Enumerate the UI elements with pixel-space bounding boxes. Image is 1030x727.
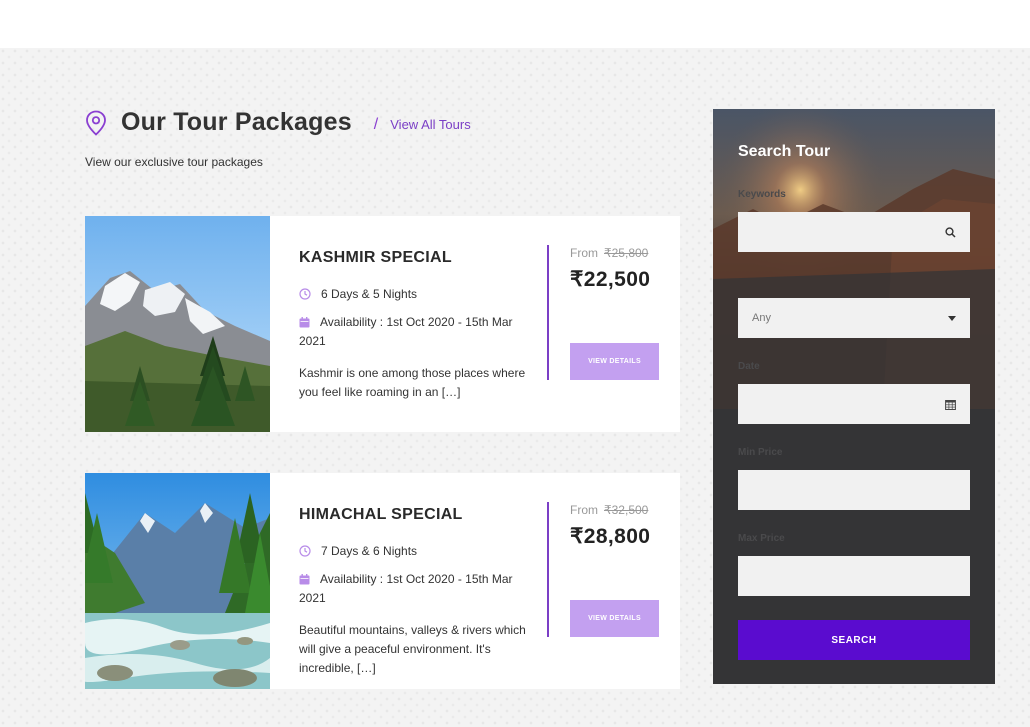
availability-text: Availability : 1st Oct 2020 - 15th Mar 2… — [299, 572, 513, 605]
search-tour-panel: Search Tour Keywords Any Date Min Price … — [713, 109, 995, 684]
max-price-input[interactable] — [738, 556, 970, 596]
top-header-band — [0, 0, 1030, 48]
search-button[interactable]: SEARCH — [738, 620, 970, 660]
tour-description: Kashmir is one among those places where … — [299, 366, 526, 399]
tour-title: HIMACHAL SPECIAL — [299, 506, 463, 523]
tour-title: KASHMIR SPECIAL — [299, 249, 452, 266]
calendar-grid-icon[interactable] — [945, 399, 956, 410]
keywords-input[interactable] — [738, 212, 970, 252]
calendar-icon — [299, 574, 310, 585]
section-heading: Our Tour Packages / View All Tours — [85, 108, 471, 137]
min-price-label: Min Price — [738, 447, 783, 458]
search-icon[interactable] — [945, 226, 956, 238]
availability-text: Availability : 1st Oct 2020 - 15th Mar 2… — [299, 315, 513, 348]
price-divider — [547, 245, 549, 380]
tour-card-himachal: HIMACHAL SPECIAL 7 Days & 6 Nights Avail… — [85, 473, 680, 689]
keywords-label: Keywords — [738, 189, 786, 200]
view-details-button[interactable]: VIEW DETAILS — [570, 600, 659, 637]
view-details-button[interactable]: VIEW DETAILS — [570, 343, 659, 380]
tour-description: Beautiful mountains, valleys & rivers wh… — [299, 623, 526, 675]
clock-icon — [299, 545, 311, 557]
tour-duration: 6 Days & 5 Nights — [299, 287, 417, 301]
current-price: ₹28,800 — [570, 525, 651, 548]
max-price-label: Max Price — [738, 533, 785, 544]
category-select[interactable]: Any — [738, 298, 970, 338]
date-label: Date — [738, 361, 760, 372]
from-label: From — [570, 246, 598, 260]
page-subtitle: View our exclusive tour packages — [85, 155, 263, 169]
clock-icon — [299, 288, 311, 300]
from-label: From — [570, 503, 598, 517]
title-separator: / — [373, 115, 379, 133]
tour-duration: 7 Days & 6 Nights — [299, 544, 417, 558]
tour-availability: Availability : 1st Oct 2020 - 15th Mar 2… — [299, 570, 539, 608]
current-price: ₹22,500 — [570, 268, 651, 291]
tour-image-kashmir[interactable] — [85, 216, 270, 432]
price-from: From ₹32,500 — [570, 503, 648, 517]
min-price-input[interactable] — [738, 470, 970, 510]
category-selected-value: Any — [752, 312, 771, 324]
duration-text: 7 Days & 6 Nights — [321, 544, 418, 558]
price-divider — [547, 502, 549, 637]
date-input[interactable] — [738, 384, 970, 424]
price-from: From ₹25,800 — [570, 246, 648, 260]
page-title: Our Tour Packages — [121, 108, 352, 136]
tour-availability: Availability : 1st Oct 2020 - 15th Mar 2… — [299, 313, 539, 351]
location-pin-icon — [86, 110, 106, 136]
view-all-tours-link[interactable]: View All Tours — [390, 117, 470, 132]
tour-card-kashmir: KASHMIR SPECIAL 6 Days & 5 Nights Availa… — [85, 216, 680, 432]
old-price: ₹32,500 — [604, 503, 649, 517]
duration-text: 6 Days & 5 Nights — [321, 287, 418, 301]
calendar-icon — [299, 317, 310, 328]
old-price: ₹25,800 — [604, 246, 649, 260]
search-panel-title: Search Tour — [738, 143, 831, 160]
tour-image-himachal[interactable] — [85, 473, 270, 689]
caret-down-icon — [948, 315, 956, 321]
